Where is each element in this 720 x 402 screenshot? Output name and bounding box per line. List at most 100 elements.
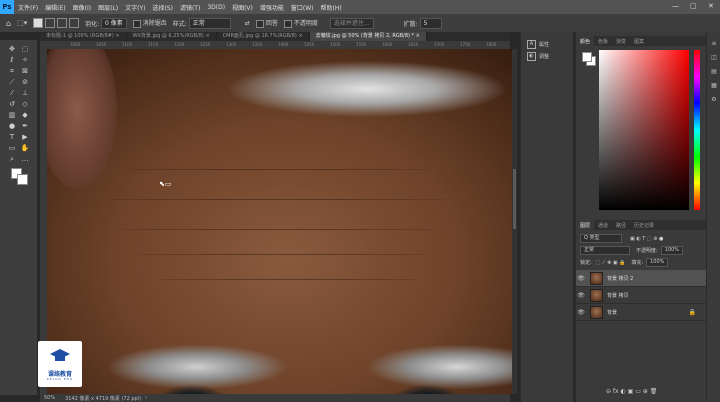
swap-icon[interactable]: ⇄ [245,20,250,27]
menu-edit[interactable]: 编辑(E) [45,3,65,12]
settings-icon[interactable]: ⚙ [710,96,718,104]
shape-tool-icon[interactable]: ▭ [7,143,17,153]
dodge-tool-icon[interactable]: ● [7,121,17,131]
panel-icon[interactable]: ▤ [710,68,718,76]
add-selection-icon[interactable] [45,18,56,28]
status-arrow-icon[interactable]: › [145,395,147,401]
subtract-selection-icon[interactable] [57,18,68,28]
panel-foreground-swatch[interactable] [582,52,592,62]
menu-3d[interactable]: 3D(D) [207,4,225,11]
hue-slider[interactable] [694,50,700,210]
home-icon[interactable]: ⌂ [6,19,11,28]
tab-gradients[interactable]: 渐变 [612,36,630,46]
lasso-tool-icon[interactable]: ℓ [7,55,17,65]
tab-layers[interactable]: 图层 [576,220,595,230]
eraser-tool-icon[interactable]: ◇ [20,99,30,109]
opacity-input[interactable]: 100% [660,246,683,255]
ruler-tick: 1350 [252,42,263,47]
history-brush-icon[interactable]: ↺ [7,99,17,109]
opacity-checkbox[interactable] [283,19,292,28]
lock-icons[interactable]: ⬚ ⟋ ✥ ▣ 🔒 [596,260,626,266]
intersect-selection-icon[interactable] [68,18,79,28]
panel-icon[interactable]: ◫ [710,54,718,62]
zoom-readout[interactable]: 50% [44,395,55,401]
menu-window[interactable]: 窗口(W) [291,3,314,12]
panel-icon[interactable]: ▦ [710,82,718,90]
frame-tool-icon[interactable]: ⊠ [20,66,30,76]
style-select[interactable]: 正常 [188,17,231,29]
menu-file[interactable]: 文件(F) [18,3,38,12]
background-color-swatch[interactable] [17,174,28,185]
gradient-tool-icon[interactable]: ▥ [7,110,17,120]
menu-image[interactable]: 图像(I) [73,3,91,12]
path-select-icon[interactable]: ▶ [20,132,30,142]
crop-tool-icon[interactable]: ⌗ [7,66,17,76]
move-tool-icon[interactable]: ✥ [7,44,17,54]
tab-paths[interactable]: 路径 [612,220,630,230]
panel-menu-icon[interactable]: ≡ [710,40,718,48]
eye-icon[interactable]: 👁 [576,292,586,299]
pen-tool-icon[interactable]: ✒ [20,121,30,131]
layer-row[interactable]: 👁 背景 🔒 [576,304,706,321]
photoshop-logo[interactable]: Ps [0,0,14,14]
close-icon[interactable]: ✕ [708,2,714,10]
tab-history[interactable]: 历史记录 [630,220,658,230]
menu-layer[interactable]: 图层(L) [98,3,118,12]
eye-icon[interactable]: 👁 [576,275,586,282]
layer-filter-icons[interactable]: ▣ ◐ T ⬚ ⊕ ● [630,236,663,242]
menu-type[interactable]: 文字(Y) [125,3,145,12]
tab-channels[interactable]: 通道 [594,220,612,230]
menu-select[interactable]: 选择(S) [152,3,173,12]
blend-mode-select[interactable]: 正常 [580,246,630,255]
tab-color[interactable]: 颜色 [576,36,595,46]
layer-row[interactable]: 👁 背景 拷贝 [576,287,706,304]
tab-swatches[interactable]: 色板 [594,36,612,46]
more-tools-icon[interactable]: … [20,154,30,164]
hand-tool-icon[interactable]: ✋ [20,143,30,153]
anti-option[interactable]: 回答 [255,18,278,28]
layer-filter-select[interactable]: Q 类型 [580,234,622,243]
tab-cmr-face[interactable]: CMR面孔.jpg @ 16.7%(RGB/8) × [217,32,310,41]
tab-patterns[interactable]: 图案 [630,36,648,46]
layer-actions[interactable]: ⊖ fx ◐ ▣ ▭ ⊕ 🗑 [606,388,657,395]
tab-untitled[interactable]: 未标题-1 @ 100% (RGB/8#) × [40,32,127,41]
ruler-tool-icon[interactable]: ⊘ [20,77,30,87]
lock-icon[interactable]: 🔒 [689,309,696,316]
tab-wx-background[interactable]: WX背景.jpg @ 6.25%(RGB/8) × [127,32,217,41]
blend-row: 正常 不透明度: 100% [580,246,683,255]
new-selection-icon[interactable] [33,18,44,28]
brush-tool-icon[interactable]: ⁄ [7,88,17,98]
anti-checkbox[interactable] [255,19,264,28]
type-tool-icon[interactable]: T [7,132,17,142]
tab-remove-wrinkles[interactable]: 去皱纹.jpg @ 50% (背景 拷贝 2, RGB/8) * × [309,32,427,41]
zoom-tool-icon[interactable]: ⌕ [7,154,17,164]
antialias-toggle[interactable]: 消除锯齿 [132,18,167,28]
color-picker-field[interactable] [599,50,689,210]
opacity-option[interactable]: 不透明度 [283,18,318,28]
restore-icon[interactable]: ▢ [690,2,697,10]
properties-panel-button[interactable]: A 属性 [527,40,549,49]
eye-icon[interactable]: 👁 [576,309,586,316]
magic-wand-tool-icon[interactable]: ✧ [20,55,30,65]
scroll-thumb[interactable] [513,169,516,229]
antialias-label: 消除锯齿 [142,20,167,28]
adjustments-panel-button[interactable]: ◐ 调整 [527,52,549,61]
marquee-tool-icon[interactable]: ⬚ [20,44,30,54]
vertical-scrollbar[interactable] [512,49,517,394]
menu-plugins[interactable]: 增强功能 [260,3,284,12]
antialias-checkbox[interactable] [132,19,141,28]
eyedropper-tool-icon[interactable]: ⟋ [7,77,17,87]
expand-input[interactable]: 5 [419,17,442,29]
document-canvas[interactable]: ⬉▭ [47,49,512,394]
menu-help[interactable]: 帮助(H) [321,3,342,12]
select-mask-button[interactable]: 选择并遮住... [329,17,374,29]
feather-input[interactable]: 0 像素 [101,17,127,29]
menu-view[interactable]: 视图(V) [232,3,253,12]
minimize-icon[interactable]: — [672,2,679,10]
blur-tool-icon[interactable]: ◆ [20,110,30,120]
layer-row[interactable]: 👁 背景 拷贝 2 [576,270,706,287]
stamp-tool-icon[interactable]: ⊥ [20,88,30,98]
marquee-preset-icon[interactable]: ⬚▾ [17,19,27,27]
fill-input[interactable]: 100% [646,258,669,267]
menu-filter[interactable]: 滤镜(T) [180,3,200,12]
